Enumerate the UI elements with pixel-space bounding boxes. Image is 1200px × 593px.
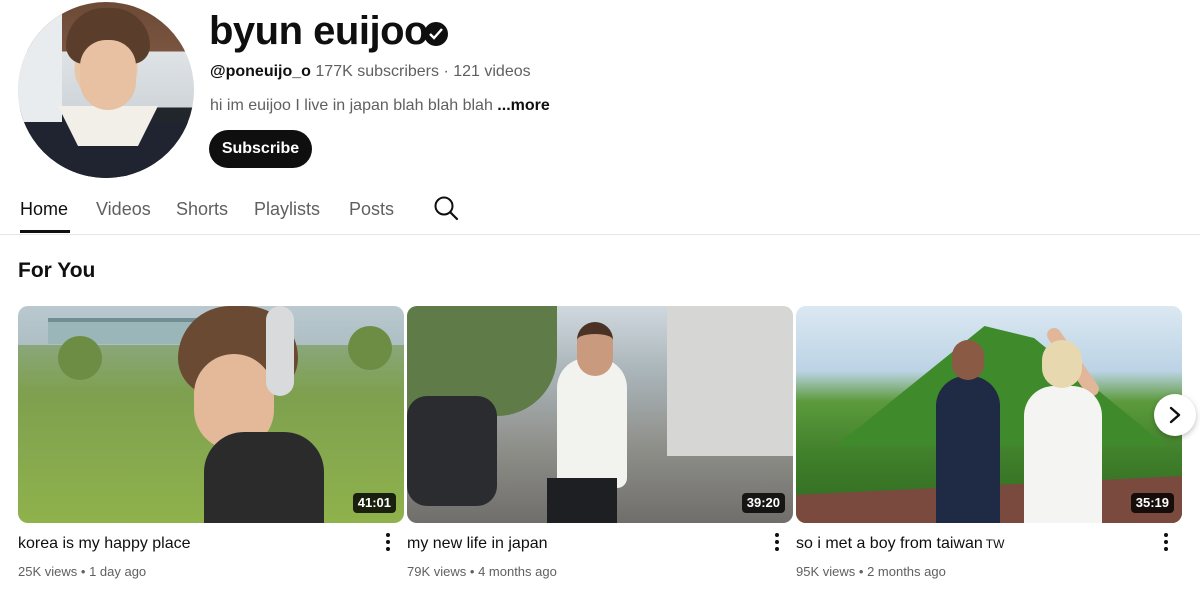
video-meta: 95K views • 2 months ago (796, 564, 946, 580)
video-thumbnail[interactable]: 39:20 (407, 306, 793, 523)
video-card[interactable]: 39:20 my new life in japan 79K views • 4… (407, 306, 793, 579)
video-thumbnail[interactable]: 35:19 (796, 306, 1182, 523)
more-options-icon[interactable] (382, 530, 394, 554)
tab-posts[interactable]: Posts (349, 198, 394, 220)
active-tab-indicator (20, 230, 70, 233)
video-age: 1 day ago (89, 564, 147, 579)
channel-handle[interactable]: @poneuijo_o (210, 63, 311, 80)
tab-playlists[interactable]: Playlists (254, 198, 320, 220)
video-title[interactable]: korea is my happy place (18, 534, 191, 554)
video-card[interactable]: 41:01 korea is my happy place 25K views … (18, 306, 404, 579)
more-options-icon[interactable] (771, 530, 783, 554)
description-text: hi im euijoo I live in japan blah blah b… (210, 97, 498, 114)
tab-home[interactable]: Home (20, 198, 68, 220)
meta-separator: • (80, 564, 86, 579)
meta-separator: • (858, 564, 864, 579)
tab-videos[interactable]: Videos (96, 198, 151, 220)
more-link[interactable]: ...more (497, 97, 549, 114)
more-options-icon[interactable] (1160, 530, 1172, 554)
video-views: 95K views (796, 564, 856, 579)
video-meta: 25K views • 1 day ago (18, 564, 146, 580)
video-card[interactable]: 35:19 so i met a boy from taiwan TW 95K v… (796, 306, 1182, 579)
video-duration: 39:20 (741, 493, 785, 513)
video-duration: 35:19 (1130, 493, 1174, 513)
next-arrow-button[interactable] (1154, 394, 1196, 436)
channel-meta: @poneuijo_o 177K subscribers · 121 video… (210, 62, 531, 82)
meta-separator: • (469, 564, 475, 579)
video-duration: 41:01 (352, 493, 396, 513)
search-icon[interactable] (432, 194, 460, 222)
channel-description[interactable]: hi im euijoo I live in japan blah blah b… (210, 96, 550, 116)
video-title[interactable]: my new life in japan (407, 534, 548, 554)
channel-stats: 177K subscribers · 121 videos (315, 63, 531, 80)
video-meta: 79K views • 4 months ago (407, 564, 557, 580)
video-age: 4 months ago (478, 564, 557, 579)
channel-name: byun euijoo (209, 9, 428, 53)
subscribe-button[interactable]: Subscribe (209, 130, 312, 168)
title-tag: TW (985, 537, 1005, 551)
channel-tabs: Home Videos Shorts Playlists Posts (0, 186, 1200, 235)
video-thumbnail[interactable]: 41:01 (18, 306, 404, 523)
verified-check-icon (424, 22, 448, 46)
video-age: 2 months ago (867, 564, 946, 579)
section-title: For You (18, 259, 96, 282)
video-title[interactable]: so i met a boy from taiwan TW (796, 534, 1004, 554)
tab-shorts[interactable]: Shorts (176, 198, 228, 220)
video-views: 25K views (18, 564, 78, 579)
channel-avatar[interactable] (18, 2, 194, 178)
video-views: 79K views (407, 564, 467, 579)
